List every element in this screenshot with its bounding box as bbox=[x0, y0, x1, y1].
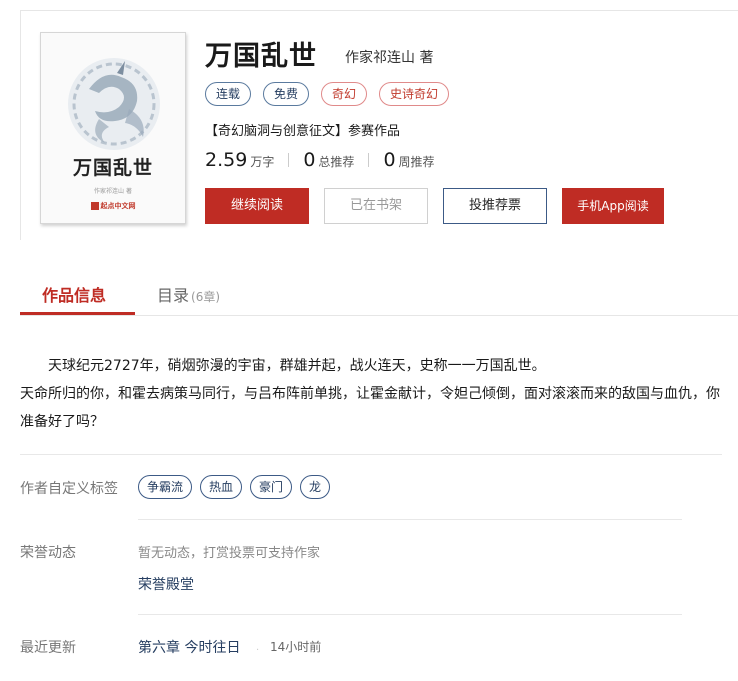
tab-book-info[interactable]: 作品信息 bbox=[42, 282, 106, 306]
cover-publisher: 起点中文网 bbox=[41, 201, 185, 211]
tab-catalog[interactable]: 目录 (6章) bbox=[157, 282, 220, 306]
word-count: 2.59 bbox=[205, 149, 248, 171]
intro-paragraph: 天球纪元2727年，硝烟弥漫的宇宙，群雄并起，战火连天，史称一一万国乱世。 bbox=[48, 358, 546, 374]
update-time: 14小时前 bbox=[270, 640, 322, 654]
stat-divider bbox=[368, 153, 370, 167]
chapter-count: (6章) bbox=[191, 290, 221, 304]
vote-recommend-button[interactable]: 投推荐票 bbox=[443, 188, 547, 224]
latest-chapter-link[interactable]: 第六章 今时往日 bbox=[138, 637, 240, 657]
week-recommend-count: 0 bbox=[383, 149, 396, 171]
cover-title: 万国乱世 bbox=[72, 157, 153, 179]
cover-author: 作家祁连山 著 bbox=[94, 188, 132, 195]
book-stats: 2.59 万字 0 总推荐 0 周推荐 bbox=[205, 149, 435, 171]
custom-tag[interactable]: 争霸流 bbox=[138, 475, 193, 499]
tab-catalog-label: 目录 bbox=[157, 286, 190, 305]
publisher-logo-icon bbox=[90, 202, 99, 210]
honor-empty-text: 暂无动态，打赏投票可支持作家 bbox=[138, 546, 321, 561]
continue-reading-button[interactable]: 继续阅读 bbox=[205, 188, 309, 224]
intro-paragraph: 天命所归的你，和霍去病策马同行，与吕布阵前单挑，让霍金献计，令妲己倾倒，面对滚滚… bbox=[20, 386, 720, 430]
contest-entry[interactable]: 【奇幻脑洞与创意征文】参赛作品 bbox=[205, 120, 400, 139]
tag-fantasy[interactable]: 奇幻 bbox=[321, 82, 368, 106]
tag-serial[interactable]: 连载 bbox=[205, 82, 252, 106]
book-intro: 天球纪元2727年，硝烟弥漫的宇宙，群雄并起，战火连天，史称一一万国乱世。 天命… bbox=[20, 352, 730, 436]
custom-tags: 争霸流 热血 豪门 龙 bbox=[138, 475, 331, 499]
honor-label: 荣誉动态 bbox=[20, 545, 76, 561]
week-recommend-label: 周推荐 bbox=[398, 155, 435, 169]
mobile-app-read-button[interactable]: 手机App阅读 bbox=[562, 188, 664, 224]
total-recommend-label: 总推荐 bbox=[318, 155, 355, 169]
honor-hall-link[interactable]: 荣誉殿堂 bbox=[138, 574, 194, 594]
content-tabs: 作品信息 目录 (6章) bbox=[20, 274, 738, 316]
tag-epic-fantasy[interactable]: 史诗奇幻 bbox=[379, 82, 450, 106]
book-cover[interactable]: 万国乱世 作家祁连山 著 起点中文网 bbox=[40, 32, 186, 224]
section-divider bbox=[138, 614, 682, 615]
book-author[interactable]: 作家祁连山 著 bbox=[345, 47, 433, 67]
custom-tag[interactable]: 豪门 bbox=[250, 475, 293, 499]
section-divider bbox=[20, 454, 722, 455]
custom-tag[interactable]: 热血 bbox=[200, 475, 243, 499]
book-title: 万国乱世 bbox=[205, 41, 317, 72]
latest-update-label: 最近更新 bbox=[20, 640, 76, 656]
custom-tag[interactable]: 龙 bbox=[300, 475, 331, 499]
section-divider bbox=[138, 519, 682, 520]
dragon-art-icon bbox=[68, 58, 160, 150]
on-shelf-button[interactable]: 已在书架 bbox=[324, 188, 428, 224]
book-tags: 连载 免费 奇幻 史诗奇幻 bbox=[205, 82, 450, 106]
custom-tags-label: 作者自定义标签 bbox=[20, 481, 118, 497]
cover-publisher-text: 起点中文网 bbox=[100, 202, 136, 210]
active-tab-indicator bbox=[20, 312, 135, 315]
separator-dot-icon: · bbox=[256, 645, 260, 656]
word-count-unit: 万字 bbox=[250, 155, 275, 169]
stat-divider bbox=[288, 153, 290, 167]
total-recommend-count: 0 bbox=[303, 149, 316, 171]
tag-free[interactable]: 免费 bbox=[263, 82, 310, 106]
